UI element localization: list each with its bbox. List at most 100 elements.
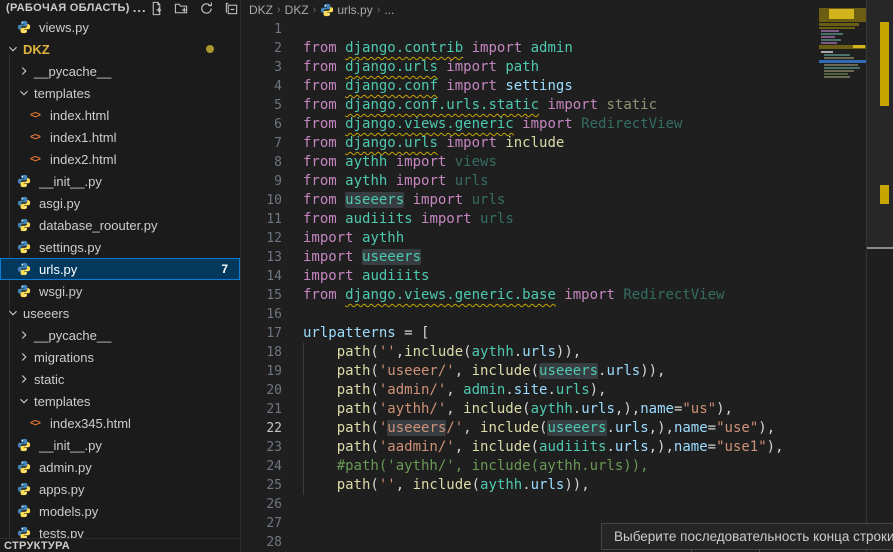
python-icon	[16, 503, 32, 519]
tree-item-label: admin.py	[39, 460, 92, 475]
code-line-text: from django.urls import include	[303, 134, 564, 153]
code-line[interactable]: 7from django.urls import include	[241, 134, 819, 153]
chevron-right-icon	[16, 327, 32, 343]
scrollbar-overview-ruler[interactable]	[866, 0, 893, 552]
code-line[interactable]: 19 path('useeer/', include(useeers.urls)…	[241, 362, 819, 381]
tree-file-__init__.py[interactable]: __init__.py	[0, 434, 240, 456]
more-actions-button[interactable]: ...	[133, 4, 147, 12]
outline-section-header[interactable]: СТРУКТУРА	[0, 538, 240, 552]
code-line-text: path('aadmin/', include(audiiits.urls,),…	[303, 438, 784, 457]
code-line[interactable]: 1	[241, 20, 819, 39]
tree-folder-__pycache__[interactable]: __pycache__	[0, 324, 240, 346]
modified-dot	[206, 45, 214, 53]
line-number: 23	[241, 440, 303, 455]
code-line-text: #path('aythh/', include(aythh.urls)),	[303, 457, 649, 476]
code-line[interactable]: 25 path('', include(aythh.urls)),	[241, 476, 819, 495]
code-line[interactable]: 16	[241, 305, 819, 324]
tree-folder-DKZ[interactable]: DKZ	[0, 38, 240, 60]
chevron-down-icon	[5, 41, 21, 57]
tree-folder-__pycache__[interactable]: __pycache__	[0, 60, 240, 82]
code-line[interactable]: 24 #path('aythh/', include(aythh.urls)),	[241, 457, 819, 476]
code-line[interactable]: 12import aythh	[241, 229, 819, 248]
problems-badge: 7	[221, 262, 228, 276]
tree-folder-templates[interactable]: templates	[0, 390, 240, 412]
code-area[interactable]: 12from django.contrib import admin3from …	[241, 20, 819, 552]
code-line[interactable]: 20 path('admin/', admin.site.urls),	[241, 381, 819, 400]
tree-file-index345.html[interactable]: <>index345.html	[0, 412, 240, 434]
tree-file-settings.py[interactable]: settings.py	[0, 236, 240, 258]
breadcrumb-item-file[interactable]: urls.py	[337, 3, 372, 17]
code-line[interactable]: 13import useeers	[241, 248, 819, 267]
new-file-icon[interactable]	[149, 0, 165, 16]
tree-item-label: database_roouter.py	[39, 218, 158, 233]
code-line[interactable]: 26	[241, 495, 819, 514]
tree-folder-templates[interactable]: templates	[0, 82, 240, 104]
line-number: 14	[241, 269, 303, 284]
code-line[interactable]: 15from django.views.generic.base import …	[241, 286, 819, 305]
breadcrumb-item[interactable]: ...	[384, 3, 394, 17]
code-line[interactable]: 3from django.urls import path	[241, 58, 819, 77]
minimap[interactable]	[819, 0, 866, 552]
breadcrumb-item[interactable]: DKZ	[249, 3, 273, 17]
code-line[interactable]: 6from django.views.generic import Redire…	[241, 115, 819, 134]
code-line[interactable]: 11from audiiits import urls	[241, 210, 819, 229]
code-line[interactable]: 21 path('aythh/', include(aythh.urls,),n…	[241, 400, 819, 419]
minimap-line	[824, 70, 854, 72]
minimap-line	[819, 23, 859, 26]
code-line[interactable]: 2from django.contrib import admin	[241, 39, 819, 58]
code-line[interactable]: 14import audiiits	[241, 267, 819, 286]
tree-file-__init__.py[interactable]: __init__.py	[0, 170, 240, 192]
code-line[interactable]: 23 path('aadmin/', include(audiiits.urls…	[241, 438, 819, 457]
tree-file-views.py[interactable]: views.py	[0, 16, 240, 38]
code-line[interactable]: 9from aythh import urls	[241, 172, 819, 191]
html-icon: <>	[27, 415, 43, 431]
tree-item-label: index.html	[50, 108, 109, 123]
refresh-icon[interactable]	[199, 0, 215, 16]
tree-item-label: templates	[34, 86, 90, 101]
code-line[interactable]: 8from aythh import views	[241, 153, 819, 172]
tree-file-admin.py[interactable]: admin.py	[0, 456, 240, 478]
new-folder-icon[interactable]	[174, 0, 190, 16]
tree-file-index.html[interactable]: <>index.html	[0, 104, 240, 126]
code-line[interactable]: 22 path('useeers/', include(useeers.urls…	[241, 419, 819, 438]
code-line[interactable]: 17urlpatterns = [	[241, 324, 819, 343]
code-line[interactable]: 5from django.conf.urls.static import sta…	[241, 96, 819, 115]
tree-file-models.py[interactable]: models.py	[0, 500, 240, 522]
tree-item-label: index2.html	[50, 152, 116, 167]
file-tree: views.pyDKZ__pycache__templates<>index.h…	[0, 16, 240, 544]
tree-item-label: index1.html	[50, 130, 116, 145]
tree-folder-migrations[interactable]: migrations	[0, 346, 240, 368]
minimap-line	[824, 67, 860, 69]
collapse-all-icon[interactable]	[224, 0, 240, 16]
tree-file-index1.html[interactable]: <>index1.html	[0, 126, 240, 148]
tree-file-apps.py[interactable]: apps.py	[0, 478, 240, 500]
line-number: 18	[241, 345, 303, 360]
code-line[interactable]: 4from django.conf import settings	[241, 77, 819, 96]
tree-folder-useeers[interactable]: useeers	[0, 302, 240, 324]
warning-marker	[880, 185, 889, 204]
tree-file-database_roouter.py[interactable]: database_roouter.py	[0, 214, 240, 236]
python-icon	[16, 459, 32, 475]
tree-folder-static[interactable]: static	[0, 368, 240, 390]
code-line[interactable]: 10from useeers import urls	[241, 191, 819, 210]
code-line-text: from aythh import urls	[303, 172, 488, 191]
line-number: 6	[241, 117, 303, 132]
line-number: 11	[241, 212, 303, 227]
code-line-text: path('useeer/', include(useeers.urls)),	[303, 362, 666, 381]
line-number: 13	[241, 250, 303, 265]
code-line[interactable]: 18 path('',include(aythh.urls)),	[241, 343, 819, 362]
line-number: 8	[241, 155, 303, 170]
tree-file-asgi.py[interactable]: asgi.py	[0, 192, 240, 214]
tree-file-urls.py[interactable]: urls.py7	[0, 258, 240, 280]
code-line-text: urlpatterns = [	[303, 324, 429, 343]
explorer-section-header[interactable]: (РАБОЧАЯ ОБЛАСТЬ) ...	[0, 0, 240, 16]
line-number: 21	[241, 402, 303, 417]
line-number: 25	[241, 478, 303, 493]
tree-file-index2.html[interactable]: <>index2.html	[0, 148, 240, 170]
breadcrumb-item[interactable]: DKZ	[285, 3, 309, 17]
minimap-line	[824, 73, 848, 75]
tree-file-wsgi.py[interactable]: wsgi.py	[0, 280, 240, 302]
python-icon	[16, 173, 32, 189]
code-line-text: from django.contrib import admin	[303, 39, 573, 58]
minimap-line	[819, 60, 866, 63]
